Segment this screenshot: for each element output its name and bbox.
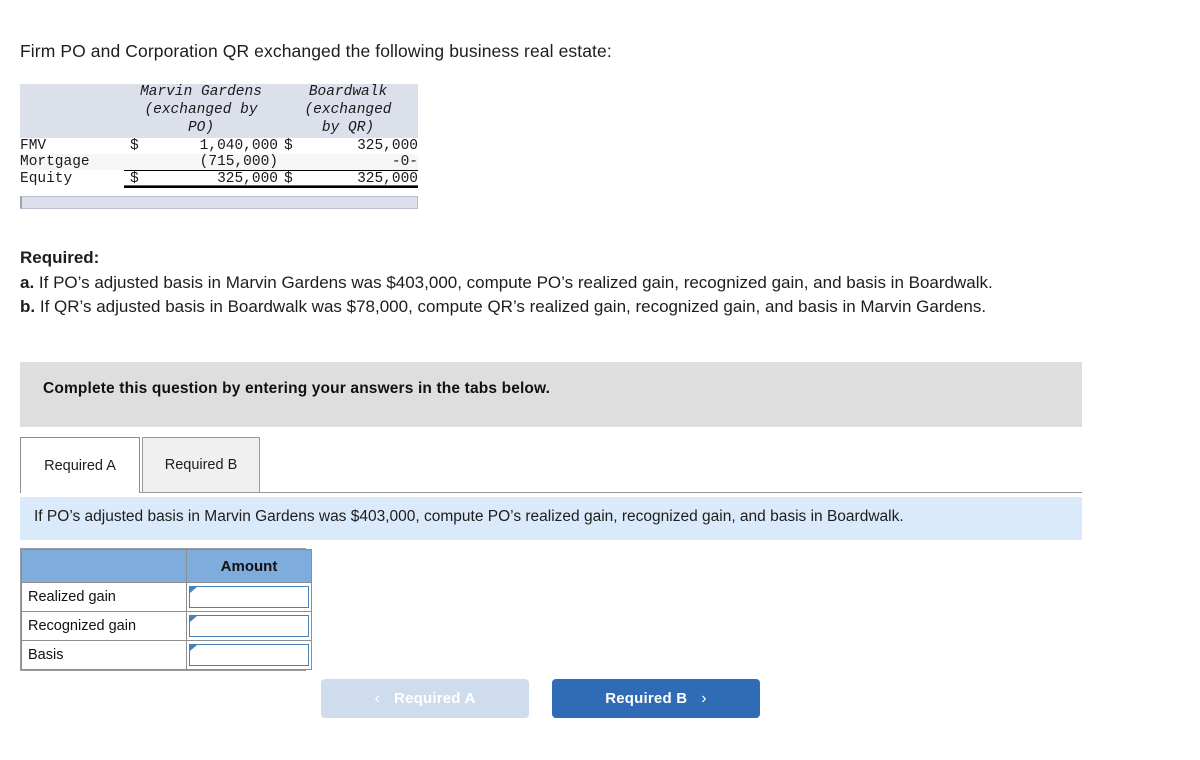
fact-table-header-row: Marvin Gardens (exchanged by PO) Boardwa… [20, 84, 418, 138]
fact-row-mg-value: 1,040,000 [199, 137, 278, 154]
fact-row-label: FMV [20, 137, 47, 154]
fact-table: Marvin Gardens (exchanged by PO) Boardwa… [20, 84, 418, 188]
answer-table-header-row: Amount [21, 549, 312, 583]
prev-button-label: Required A [394, 690, 476, 707]
fact-row-mg-amount: $ 325,000 [124, 170, 278, 188]
cell-marker-triangle-icon [190, 645, 197, 651]
table-row: Recognized gain [21, 611, 312, 641]
fact-header-bw-line2: (exchanged [304, 101, 392, 118]
currency-symbol: $ [284, 137, 293, 154]
answer-row-input-cell[interactable] [186, 640, 312, 670]
fact-row-bw-amount: -0- [278, 153, 418, 171]
table-row: FMV $ 1,040,000 $ 325,000 [20, 137, 418, 154]
answer-table-container: Amount Realized gain Recognized gain Bas… [20, 548, 312, 671]
required-item-b: b. If QR’s adjusted basis in Boardwalk w… [20, 295, 993, 320]
fact-table-footer-bar [20, 195, 418, 209]
fact-row-mg-value: (715,000) [199, 153, 278, 170]
fact-row-mg-amount: (715,000) [124, 153, 278, 171]
fact-header-bw-line1: Boardwalk [308, 84, 388, 100]
fact-row-bw-amount: $ 325,000 [278, 170, 418, 188]
required-section: Required: a. If PO’s adjusted basis in M… [20, 246, 993, 320]
chevron-right-icon: › [701, 689, 707, 707]
input-wrapper[interactable] [189, 586, 309, 608]
fact-row-bw-amount: $ 325,000 [278, 138, 418, 154]
next-button-label: Required B [605, 690, 688, 707]
realized-gain-input[interactable] [200, 587, 306, 607]
input-wrapper[interactable] [189, 644, 309, 666]
fact-header-boardwalk: Boardwalk (exchanged by QR) [278, 84, 418, 138]
tab-required-a[interactable]: Required A [20, 437, 140, 493]
table-row: Realized gain [21, 582, 312, 612]
instruction-banner: Complete this question by entering your … [20, 362, 1082, 427]
fact-row-label: Mortgage [20, 154, 90, 171]
input-wrapper[interactable] [189, 615, 309, 637]
table-row: Equity $ 325,000 $ 325,000 [20, 170, 418, 188]
next-required-b-button[interactable]: Required B › [552, 679, 760, 718]
instruction-banner-text: Complete this question by entering your … [43, 380, 551, 397]
chevron-left-icon: ‹ [374, 689, 381, 707]
active-tab-underline-mask [21, 492, 139, 494]
question-intro: Firm PO and Corporation QR exchanged the… [20, 41, 612, 61]
table-row: Mortgage (715,000) -0- [20, 153, 418, 171]
answer-table: Amount Realized gain Recognized gain Bas… [21, 549, 312, 670]
currency-symbol: $ [130, 170, 139, 187]
tab-required-b-label: Required B [164, 457, 238, 473]
required-item-a-text: If PO’s adjusted basis in Marvin Gardens… [38, 272, 993, 292]
required-item-b-text: If QR’s adjusted basis in Boardwalk was … [39, 297, 987, 317]
basis-input[interactable] [200, 645, 306, 665]
fact-header-bw-line3: by QR) [321, 119, 375, 136]
currency-symbol: $ [130, 137, 139, 154]
fact-row-mg-value: 325,000 [217, 170, 278, 187]
tab-instruction-bar: If PO’s adjusted basis in Marvin Gardens… [20, 497, 1082, 540]
fact-row-bw-value: 325,000 [357, 137, 418, 154]
tab-required-b[interactable]: Required B [142, 437, 260, 493]
answer-header-amount: Amount [186, 549, 312, 583]
required-item-b-marker: b. [20, 297, 36, 317]
fact-header-mg-line3: PO) [187, 119, 215, 136]
required-item-a-marker: a. [20, 272, 35, 292]
answer-row-label-realized-gain: Realized gain [21, 582, 187, 612]
fact-header-marvin-gardens: Marvin Gardens (exchanged by PO) [124, 84, 278, 138]
answer-row-input-cell[interactable] [186, 582, 312, 612]
required-heading: Required: [20, 248, 100, 267]
fact-row-bw-value: -0- [391, 153, 418, 170]
fact-row-mg-amount: $ 1,040,000 [124, 138, 278, 154]
tab-instruction-text: If PO’s adjusted basis in Marvin Gardens… [34, 508, 904, 525]
tab-required-a-label: Required A [44, 457, 116, 474]
prev-required-a-button[interactable]: ‹ Required A [321, 679, 529, 718]
answer-header-blank [21, 549, 187, 583]
cell-marker-triangle-icon [190, 616, 197, 622]
fact-header-blank [20, 84, 124, 138]
fact-header-mg-line2: (exchanged by [144, 101, 258, 118]
recognized-gain-input[interactable] [200, 616, 306, 636]
fact-row-label: Equity [20, 171, 73, 188]
required-item-a: a. If PO’s adjusted basis in Marvin Gard… [20, 271, 993, 296]
exchange-fact-table: Marvin Gardens (exchanged by PO) Boardwa… [20, 84, 418, 209]
currency-symbol: $ [284, 170, 293, 187]
cell-marker-triangle-icon [190, 587, 197, 593]
table-row: Basis [21, 640, 312, 670]
answer-row-input-cell[interactable] [186, 611, 312, 641]
fact-header-mg-line1: Marvin Gardens [140, 84, 262, 100]
fact-row-bw-value: 325,000 [357, 170, 418, 187]
answer-row-label-basis: Basis [21, 640, 187, 670]
answer-row-label-recognized-gain: Recognized gain [21, 611, 187, 641]
tab-strip: Required A Required B [20, 437, 1082, 493]
